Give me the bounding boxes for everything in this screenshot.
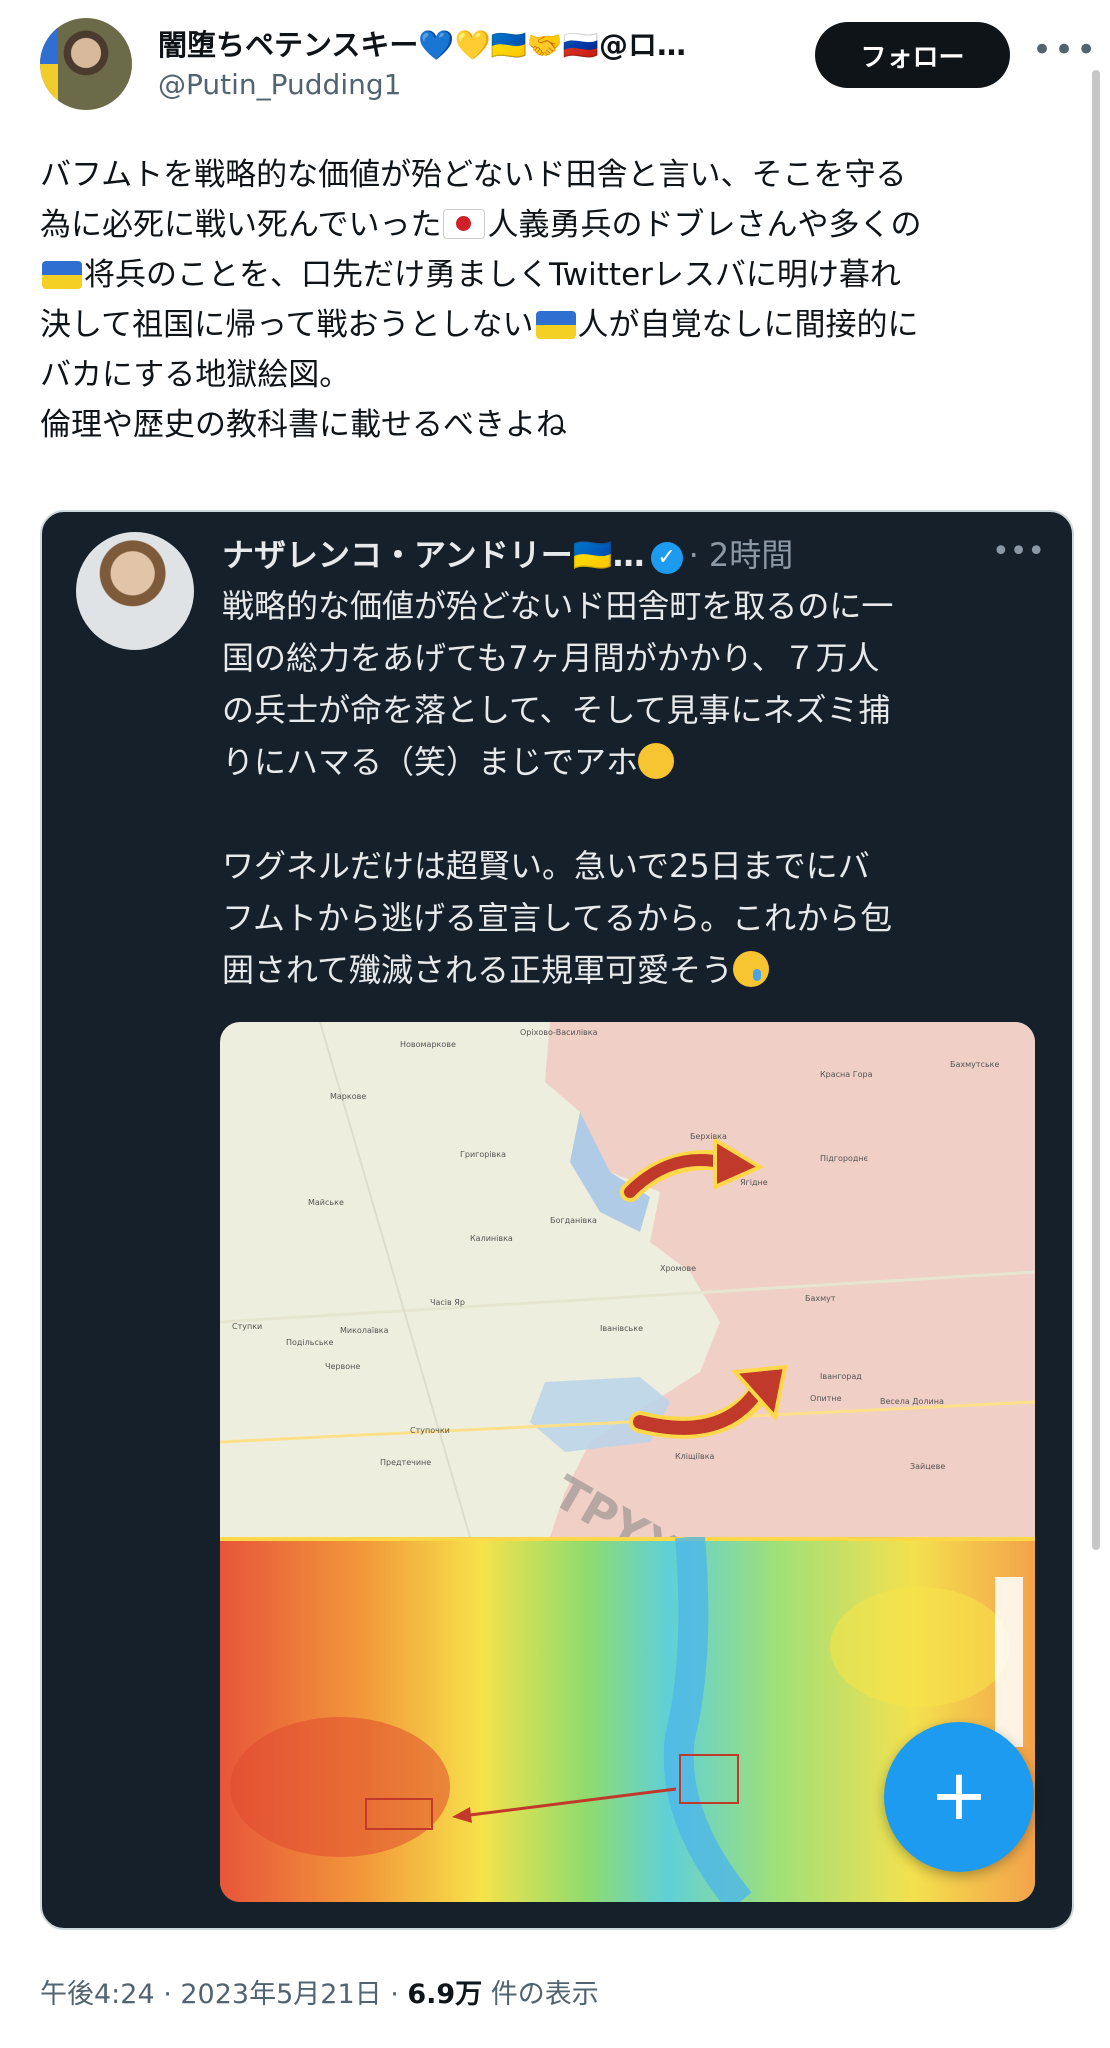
laughing-emoji-icon — [638, 743, 675, 779]
map-label: Пiдгороднє — [820, 1154, 868, 1163]
map-label: Весела Долина — [880, 1397, 944, 1406]
quoted-text: 戦略的な価値が殆どないド田舎町を取るのに一 国の総力をあげても7ヶ月間がかかり、… — [222, 580, 1042, 996]
quoted-author-avatar — [76, 532, 194, 650]
tweet-line: 人が自覚なしに間接的に — [577, 307, 919, 343]
tweet-timestamp[interactable]: 午後4:24 · 2023年5月21日 · — [40, 1979, 407, 2010]
more-options-icon[interactable]: ••• — [1032, 30, 1098, 70]
map-label: Григорiвка — [460, 1150, 507, 1159]
map-label: Предтечине — [380, 1458, 432, 1467]
frontline-map: TPYXA Новомаркове Орiхово-Василiвка Крас… — [220, 1022, 1035, 1537]
map-label: Богданiвка — [550, 1216, 597, 1225]
map-label: Бахмут — [805, 1294, 836, 1303]
ukraine-flag-icon — [40, 18, 58, 110]
map-label: Iвангорад — [820, 1372, 862, 1381]
map-label: Подiльське — [286, 1338, 334, 1347]
view-count-label: 件の表示 — [482, 1979, 599, 2010]
map-label: Червоне — [325, 1362, 361, 1371]
map-label: Опитне — [810, 1394, 842, 1403]
scrollbar[interactable] — [1092, 70, 1100, 1550]
tweet-header: 闇堕ちペテンスキー💙💛🇺🇦🤝🇷🇺@ロ… @Putin_Pudding1 フォロー… — [0, 0, 1110, 130]
map-label: Ягiдне — [740, 1178, 768, 1187]
map-label: Новомаркове — [400, 1040, 456, 1049]
tweet-meta: 午後4:24 · 2023年5月21日 · 6.9万 件の表示 — [40, 1972, 599, 2011]
map-label: Клiщiївка — [675, 1452, 715, 1461]
map-label: Красна Гора — [820, 1070, 873, 1079]
quoted-line: の兵士が命を落として、そして見事にネズミ捕 — [222, 691, 891, 729]
map-label: Зайцеве — [910, 1462, 946, 1471]
ukraine-flag-icon — [535, 311, 576, 339]
map-label: Калинiвка — [470, 1234, 513, 1243]
map-label: Ступочки — [410, 1426, 450, 1435]
quoted-line: フムトから逃げる宣言してるから。これから包 — [222, 899, 893, 937]
quoted-line: りにハマる（笑）まじでアホ — [222, 743, 639, 781]
map-label: Майське — [308, 1198, 344, 1207]
quoted-line: 囲されて殲滅される正規軍可愛そう — [222, 951, 734, 989]
tweet-line: バカにする地獄絵図。 — [40, 357, 351, 393]
view-count: 6.9万 — [407, 1979, 483, 2010]
map-label: Маркове — [330, 1092, 367, 1101]
quoted-header: ナザレンコ・アンドリー🇺🇦… ✓ · 2時間 — [222, 530, 793, 576]
ukraine-flag-icon — [42, 261, 82, 289]
map-label: Берхiвка — [690, 1132, 727, 1141]
map-label: Ступки — [232, 1322, 263, 1331]
quoted-author-name: ナザレンコ・アンドリー🇺🇦… — [222, 536, 645, 574]
tweet-line: 為に必死に戦い死んでいった — [40, 207, 442, 243]
tweet-line: バフムトを戦略的な価値が殆どないド田舎と言い、そこを守る — [40, 157, 907, 193]
author-display-name[interactable]: 闇堕ちペテンスキー💙💛🇺🇦🤝🇷🇺@ロ… — [158, 22, 686, 64]
tweet-line: 倫理や歴史の教科書に載せるべきよね — [40, 407, 567, 443]
map-label: Часiв Яр — [430, 1298, 465, 1307]
follow-button[interactable]: フォロー — [815, 22, 1010, 88]
map-label: Iванiвське — [600, 1324, 644, 1333]
tweet-line: 人義勇兵のドブレさんや多くの — [487, 207, 922, 243]
crying-emoji-icon — [733, 951, 770, 987]
tweet-line: 決して祖国に帰って戦おうとしない — [40, 307, 534, 343]
compose-fab-button[interactable]: + — [884, 1722, 1034, 1872]
tweet-line: 将兵のことを、口先だけ勇ましくTwitterレスバに明け暮れ — [84, 257, 901, 293]
map-label: Миколаївка — [340, 1326, 389, 1335]
attached-screenshot[interactable]: ナザレンコ・アンドリー🇺🇦… ✓ · 2時間 ••• 戦略的な価値が殆どないド田舎町… — [40, 510, 1074, 1930]
map-label: Хромове — [660, 1264, 697, 1273]
author-avatar[interactable] — [40, 18, 132, 110]
author-handle[interactable]: @Putin_Pudding1 — [158, 68, 401, 101]
quoted-line: 国の総力をあげても7ヶ月間がかかり、７万人 — [222, 639, 880, 677]
map-label: Орiхово-Василiвка — [520, 1028, 598, 1037]
quoted-more-icon: ••• — [992, 534, 1046, 569]
verified-badge-icon: ✓ — [650, 542, 683, 574]
quoted-timestamp: · 2時間 — [688, 536, 794, 574]
tweet-text: バフムトを戦略的な価値が殆どないド田舎と言い、そこを守る 為に必死に戦い死んでい… — [40, 150, 1080, 450]
map-label: Бахмутське — [950, 1060, 1000, 1069]
quoted-line: ワグネルだけは超賢い。急いで25日までにバ — [222, 847, 870, 885]
japan-flag-icon — [443, 209, 486, 239]
quoted-line: 戦略的な価値が殆どないド田舎町を取るのに一 — [222, 587, 894, 625]
